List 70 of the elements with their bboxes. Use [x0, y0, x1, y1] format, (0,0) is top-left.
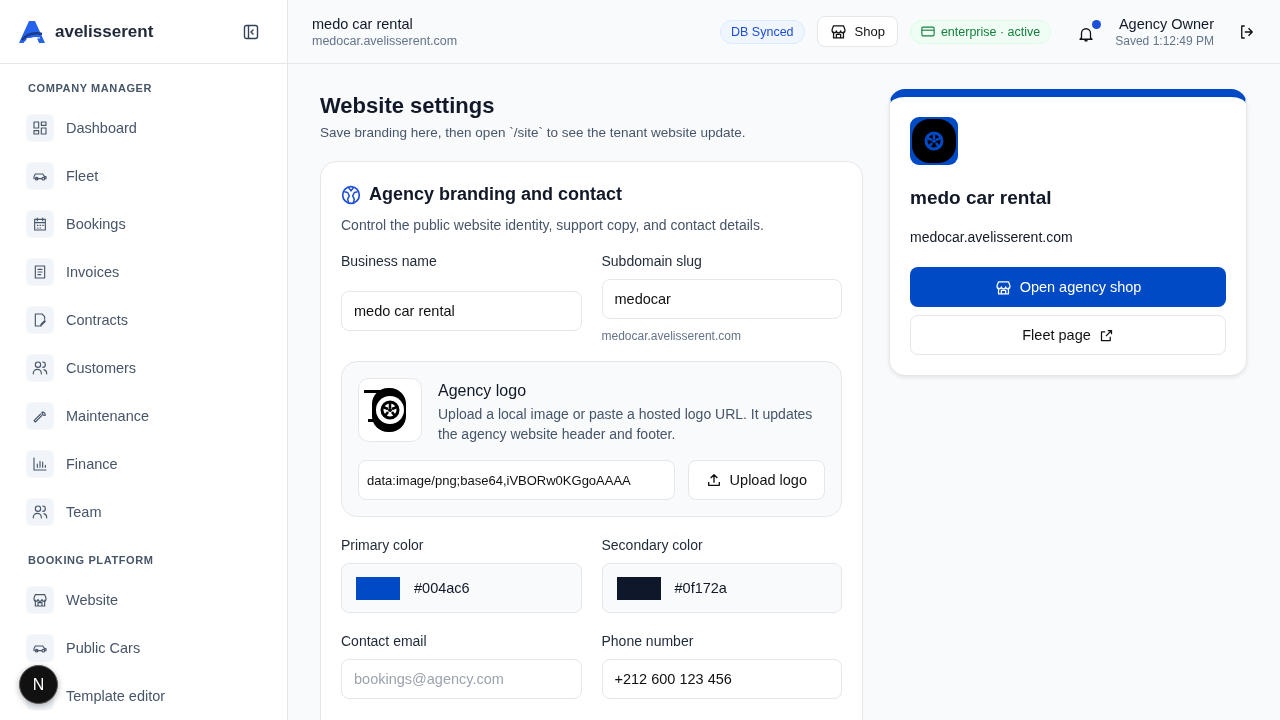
- user-name: Agency Owner: [1118, 15, 1214, 32]
- color-field[interactable]: #004ac6: [341, 563, 582, 613]
- globe-icon: [341, 184, 361, 205]
- preview-domain: medocar.avelisserent.com: [910, 229, 1074, 245]
- wrench-icon: [32, 408, 48, 424]
- notification-button[interactable]: [1077, 20, 1102, 43]
- wheel-logo-icon: [358, 378, 422, 442]
- sidebar-item[interactable]: Website: [26, 576, 259, 624]
- shop-button[interactable]: Shop: [816, 16, 898, 47]
- document-pen-icon: [32, 312, 48, 328]
- card-icon: [920, 26, 935, 37]
- field-label: Primary color: [341, 537, 425, 553]
- open-shop-button[interactable]: Open agency shop: [910, 267, 1226, 307]
- brand-name: avelisserent: [55, 21, 154, 42]
- business-name-field[interactable]: medo car rental: [341, 291, 582, 331]
- sidebar-collapse-icon[interactable]: [243, 23, 259, 40]
- field-label: Contact email: [341, 633, 428, 649]
- store-icon: [994, 278, 1012, 296]
- external-link-icon: [1098, 327, 1114, 343]
- calendar-icon: [32, 216, 48, 232]
- sidebar-item[interactable]: Customers: [26, 344, 259, 392]
- logo-icon: [19, 19, 45, 44]
- saved-status: Saved 1:12:49 PM: [1115, 33, 1214, 48]
- logo-description: Upload a local image or paste a hosted logo URL. It updates the agency website header and footer.: [438, 405, 814, 444]
- bar-chart-icon: [32, 456, 48, 472]
- page-subtitle: Save branding here, then open `/site` to see the tenant website update.: [320, 125, 747, 140]
- sidebar-item[interactable]: Maintenance: [26, 392, 259, 440]
- sidebar-item[interactable]: Fleet: [26, 152, 259, 200]
- tenant-name: medo car rental: [312, 15, 414, 32]
- form-description: Control the public website identity, support copy, and contact details.: [341, 217, 765, 233]
- field-label: Business name: [341, 253, 438, 269]
- field-label: Subdomain slug: [601, 253, 703, 269]
- sidebar-item[interactable]: Dashboard: [26, 104, 259, 152]
- sidebar-item[interactable]: Contracts: [26, 296, 259, 344]
- upload-logo-button[interactable]: Upload logo: [687, 460, 825, 500]
- sidebar-item[interactable]: Finance: [26, 440, 259, 488]
- sidebar-item[interactable]: Team: [26, 488, 259, 536]
- bell-icon: [1077, 25, 1096, 43]
- sync-badge: DB Synced: [720, 19, 805, 44]
- store-icon: [32, 592, 48, 608]
- form-title: Agency branding and contact: [369, 184, 623, 205]
- field-label: Secondary color: [601, 537, 704, 553]
- plan-badge: enterprise · active: [909, 19, 1052, 44]
- color-field[interactable]: #0f172a: [601, 563, 842, 613]
- fleet-page-button[interactable]: Fleet page: [910, 315, 1226, 355]
- sidebar-item[interactable]: Invoices: [26, 248, 259, 296]
- sidebar-item[interactable]: Bookings: [26, 200, 259, 248]
- upload-icon: [705, 472, 722, 488]
- phone-field[interactable]: +212 600 123 456: [601, 659, 842, 699]
- field-label: Phone number: [601, 633, 695, 649]
- email-field[interactable]: bookings@agency.com: [341, 659, 582, 699]
- wheel-logo-icon: [910, 117, 958, 165]
- dev-tools-toast[interactable]: N: [19, 665, 58, 704]
- logo-title: Agency logo: [438, 382, 528, 400]
- grid-icon: [32, 120, 48, 136]
- color-swatch[interactable]: [356, 576, 400, 600]
- subdomain-field[interactable]: medocar: [601, 279, 842, 319]
- logout-icon[interactable]: [1238, 22, 1256, 41]
- section-heading: COMPANY MANAGER: [28, 82, 154, 94]
- section-heading: BOOKING PLATFORM: [28, 554, 155, 566]
- logo-url-field[interactable]: data:image/png;base64,iVBORw0KGgoAAAA: [358, 460, 675, 500]
- store-icon: [829, 23, 847, 40]
- tenant-domain: medocar.avelisserent.com: [312, 33, 458, 48]
- page-title: Website settings: [320, 93, 496, 119]
- users-icon: [32, 504, 48, 520]
- users-icon: [32, 360, 48, 376]
- document-icon: [32, 264, 48, 280]
- field-hint: medocar.avelisserent.com: [601, 329, 742, 343]
- color-swatch[interactable]: [616, 576, 661, 600]
- preview-name: medo car rental: [910, 187, 1053, 209]
